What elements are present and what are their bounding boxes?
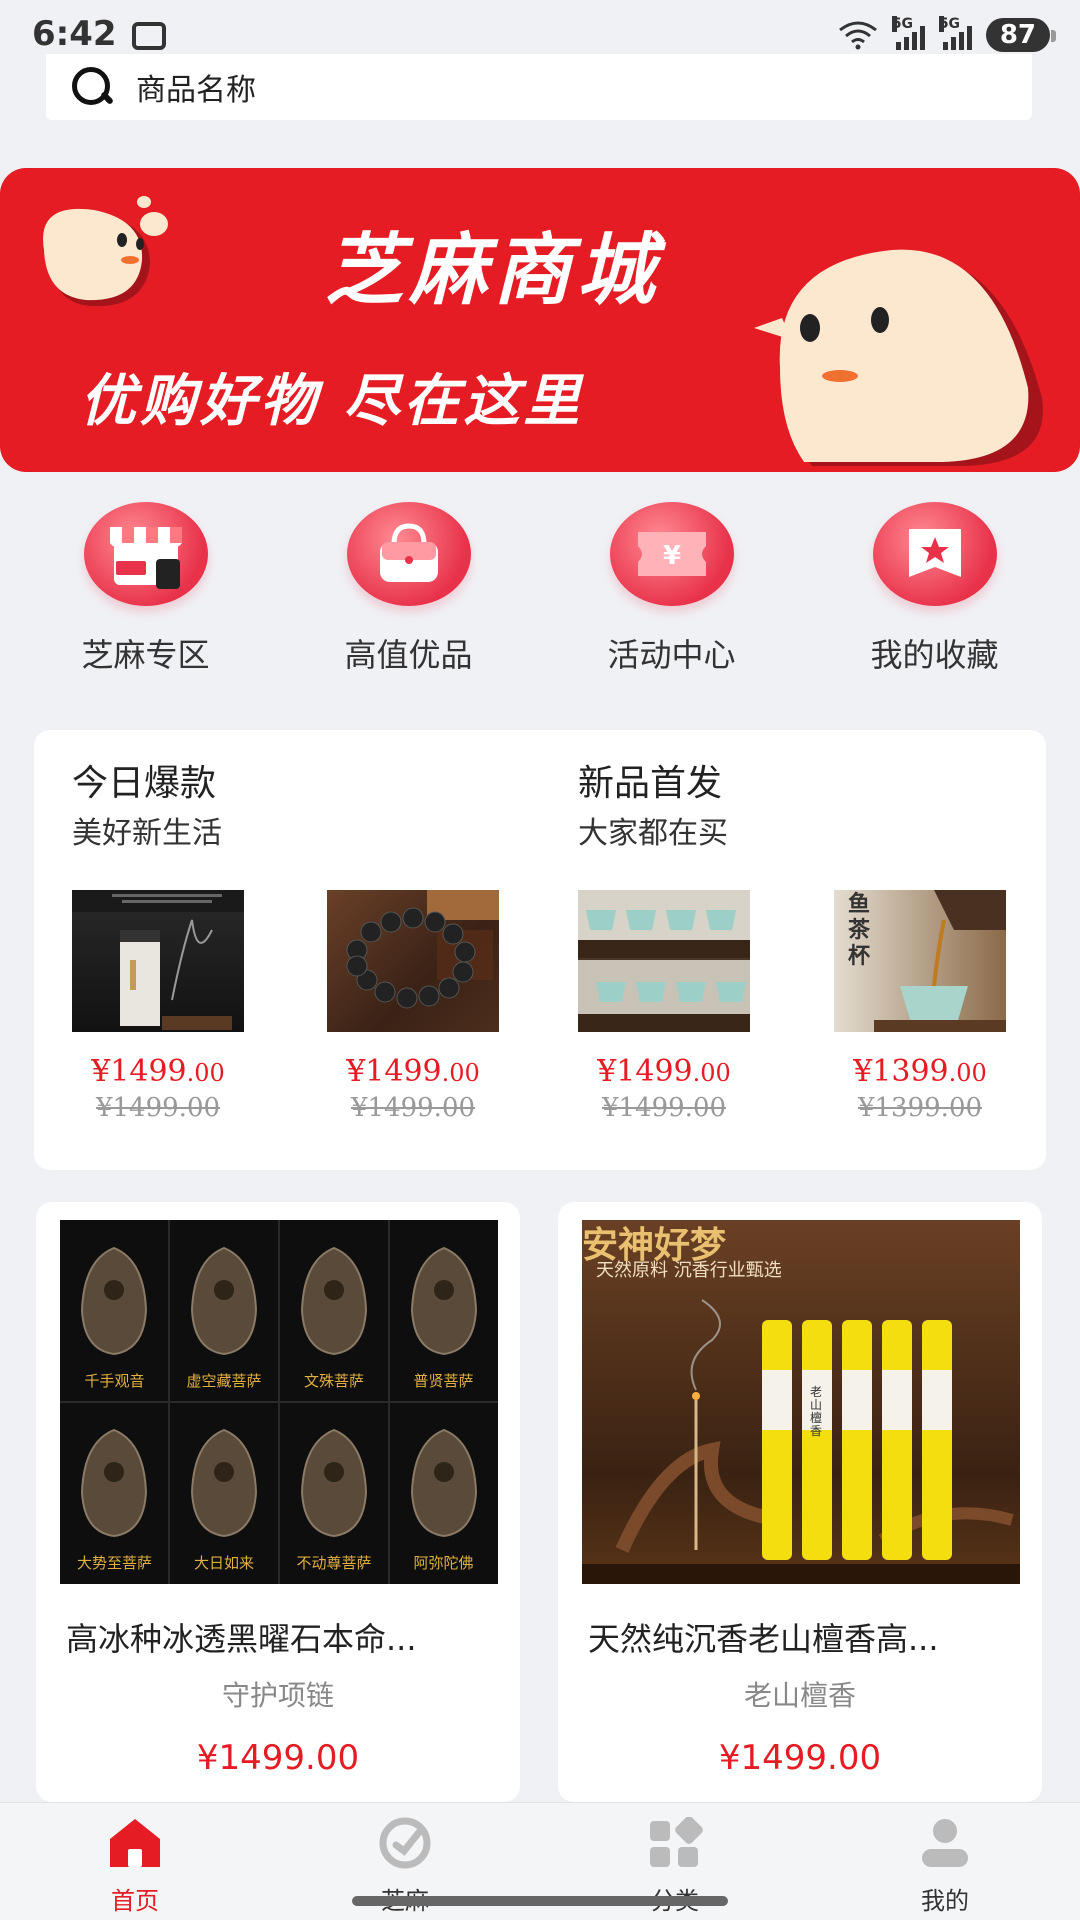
- product-thumbnail: 鱼茶杯: [834, 890, 1006, 1032]
- quick-entry-label: 芝麻专区: [81, 636, 210, 674]
- search-bar[interactable]: 商品名称: [46, 54, 1032, 120]
- home-icon: [106, 1817, 164, 1869]
- item-price: ¥1399.00: [853, 1054, 987, 1089]
- item-original-price: ¥1399.00: [857, 1093, 983, 1123]
- hot-today-header[interactable]: 今日爆款 美好新生活: [72, 754, 222, 852]
- image-caption: 阿弥陀佛: [413, 1554, 474, 1572]
- product-thumbnail: [72, 890, 244, 1032]
- search-input[interactable]: 商品名称: [136, 65, 256, 109]
- product-title: 高冰种冰透黑曜石本命...: [66, 1620, 417, 1658]
- tab-label: 我的: [921, 1887, 969, 1915]
- new-arrivals-header[interactable]: 新品首发 大家都在买: [578, 754, 728, 852]
- screenshot-icon: [132, 22, 166, 50]
- image-caption: 大日如来: [193, 1554, 254, 1572]
- quick-entry-sesame-zone[interactable]: 芝麻专区: [14, 502, 277, 676]
- promo-banner[interactable]: 芝麻商城 优购好物 尽在这里: [0, 168, 1080, 472]
- hot-items: ¥1499.00 ¥1499.00 ¥1499.00 ¥1499.00 ¥149…: [72, 890, 1012, 1130]
- tab-home[interactable]: 首页: [0, 1803, 270, 1920]
- product-subtitle: 老山檀香: [743, 1679, 856, 1712]
- quick-entry-label: 高值优品: [344, 636, 473, 674]
- image-caption: 不动尊菩萨: [296, 1554, 372, 1572]
- hot-item[interactable]: ¥1499.00 ¥1499.00: [72, 890, 244, 1123]
- quick-entry-premium[interactable]: 高值优品: [277, 502, 540, 676]
- product-thumbnail: [327, 890, 499, 1032]
- hot-panel: 今日爆款 美好新生活 新品首发 大家都在买 ¥1499.00 ¥1499.00 …: [34, 730, 1046, 1170]
- status-time: 6:42: [32, 14, 117, 54]
- product-price: ¥1499.00: [718, 1738, 882, 1778]
- quick-entries: 芝麻专区 高值优品 ¥ 活动中心 我的收藏: [0, 502, 1080, 676]
- hot-today-title: 今日爆款: [72, 763, 217, 804]
- tab-profile[interactable]: 我的: [810, 1803, 1080, 1920]
- image-caption: 虚空藏菩萨: [186, 1372, 262, 1390]
- shop-icon: [83, 502, 208, 606]
- sesame-icon: [376, 1817, 434, 1869]
- banner-slogan: 优购好物 尽在这里: [80, 369, 584, 434]
- product-price: ¥1499.00: [196, 1738, 360, 1778]
- status-indicators: 5G 5G 87: [838, 16, 1057, 52]
- item-price: ¥1499.00: [597, 1054, 731, 1089]
- search-icon: [70, 65, 114, 109]
- product-image: 千手观音 虚空藏菩萨 文殊菩萨 普贤菩萨 大势至菩萨 大日如来 不动尊菩萨 阿弥…: [60, 1220, 498, 1584]
- tab-label: 首页: [111, 1887, 159, 1915]
- item-price: ¥1499.00: [91, 1054, 225, 1089]
- item-original-price: ¥1499.00: [350, 1093, 476, 1123]
- product-title: 天然纯沉香老山檀香高...: [588, 1620, 939, 1658]
- bag-icon: [346, 502, 471, 606]
- category-icon: [646, 1816, 704, 1869]
- item-original-price: ¥1499.00: [95, 1093, 221, 1123]
- hot-item[interactable]: 鱼茶杯 ¥1399.00 ¥1399.00: [834, 890, 1006, 1123]
- network-type-2: 5G: [938, 16, 961, 32]
- image-caption: 文殊菩萨: [303, 1372, 364, 1390]
- product-subtitle: 守护项链: [221, 1679, 334, 1712]
- signal-icon-2: 5G: [938, 16, 972, 50]
- quick-entry-favorites[interactable]: 我的收藏: [803, 502, 1066, 676]
- user-icon: [916, 1817, 974, 1869]
- item-original-price: ¥1499.00: [601, 1093, 727, 1123]
- signal-icon: 5G: [891, 16, 925, 50]
- product-image: 安神好梦 天然原料 沉香行业甄选 老山檀香: [582, 1220, 1020, 1584]
- quick-entry-label: 我的收藏: [870, 636, 999, 674]
- hot-today-subtitle: 美好新生活: [72, 816, 222, 851]
- image-caption: 普贤菩萨: [413, 1372, 474, 1390]
- svg-text:¥: ¥: [662, 541, 680, 571]
- hot-item[interactable]: ¥1499.00 ¥1499.00: [327, 890, 499, 1123]
- banner-title: 芝麻商城: [325, 226, 662, 316]
- product-card[interactable]: 千手观音 虚空藏菩萨 文殊菩萨 普贤菩萨 大势至菩萨 大日如来 不动尊菩萨 阿弥…: [36, 1202, 520, 1802]
- new-arrivals-subtitle: 大家都在买: [578, 816, 728, 851]
- quick-entry-activity[interactable]: ¥ 活动中心: [540, 502, 803, 676]
- mascot-large-icon: [754, 249, 1043, 467]
- battery-indicator: 87: [985, 18, 1057, 52]
- network-type-1: 5G: [891, 16, 914, 32]
- ticket-icon: ¥: [609, 502, 734, 606]
- star-bookmark-icon: [872, 502, 997, 606]
- new-arrivals-title: 新品首发: [578, 763, 723, 804]
- image-caption: 大势至菩萨: [76, 1554, 152, 1572]
- quick-entry-label: 活动中心: [607, 636, 736, 674]
- home-indicator[interactable]: [352, 1896, 728, 1906]
- image-caption: 千手观音: [84, 1372, 145, 1390]
- mascot-icon: [43, 196, 168, 307]
- product-card[interactable]: 安神好梦 天然原料 沉香行业甄选 老山檀香 天然纯沉香老山檀香高... 老山檀香…: [558, 1202, 1042, 1802]
- hot-item[interactable]: ¥1499.00 ¥1499.00: [578, 890, 750, 1123]
- product-thumbnail: [578, 890, 750, 1032]
- stick-label: 老山檀香: [810, 1385, 823, 1438]
- wifi-icon: [838, 20, 878, 50]
- item-price: ¥1499.00: [346, 1054, 480, 1089]
